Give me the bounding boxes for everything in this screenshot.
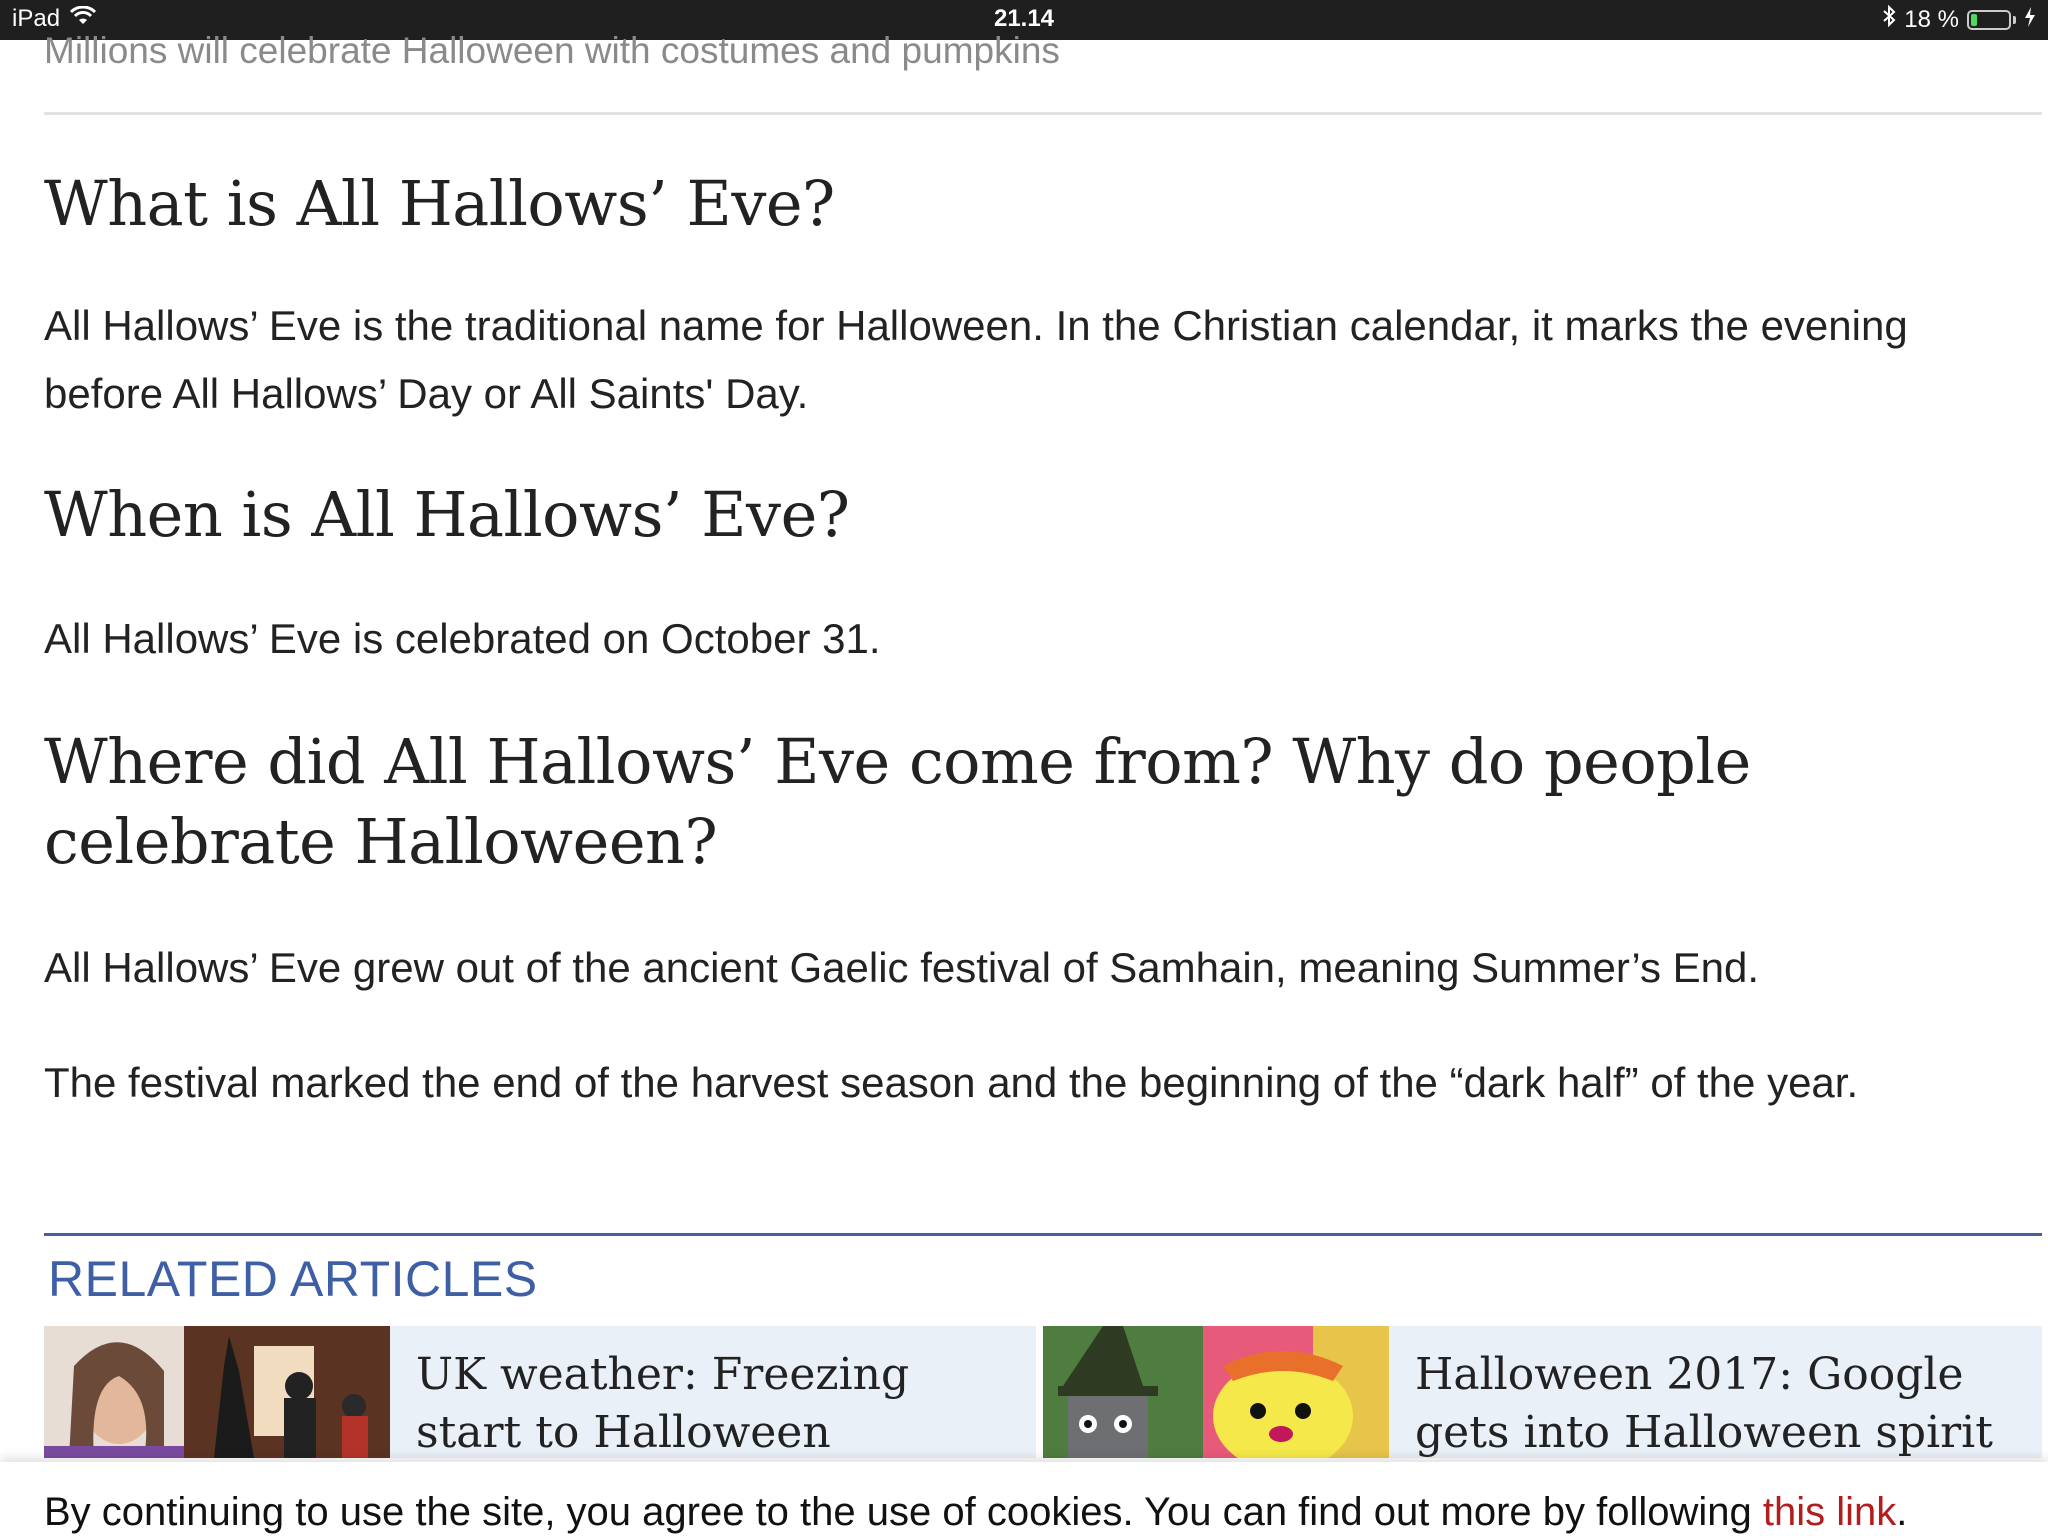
section-paragraph: The festival marked the end of the harve… [44, 1059, 1859, 1106]
article-thumbnail[interactable] [1043, 1326, 1389, 1458]
article-subtitle: Millions will celebrate Halloween with c… [44, 30, 1060, 71]
cookie-suffix: . [1896, 1490, 1908, 1534]
divider [44, 112, 2042, 115]
battery-percent: 18 % [1904, 5, 1959, 33]
section-heading: Where did All Hallows’ Eve come from? Wh… [44, 725, 1751, 878]
related-divider [44, 1233, 2042, 1236]
bluetooth-icon [1882, 4, 1896, 34]
section-paragraph: All Hallows’ Eve grew out of the ancient… [44, 944, 1760, 991]
related-articles-title: RELATED ARTICLES [48, 1251, 538, 1307]
related-article-card[interactable]: Halloween 2017: Google gets into Hallowe… [1043, 1326, 2042, 1458]
section-heading: When is All Hallows’ Eve? [44, 478, 850, 551]
battery-level-fill [1971, 13, 1977, 26]
charging-icon [2024, 6, 2036, 34]
battery-tip [2013, 15, 2016, 24]
section-paragraph: All Hallows’ Eve is celebrated on Octobe… [44, 615, 881, 662]
cookie-text: By continuing to use the site, you agree… [44, 1490, 1763, 1534]
status-time: 21.14 [993, 5, 1055, 32]
cookie-policy-link[interactable]: this link [1763, 1490, 1896, 1534]
article-thumbnail[interactable] [44, 1326, 390, 1458]
related-article-title[interactable]: Halloween 2017: Google gets into Hallowe… [1415, 1346, 2015, 1458]
cookie-banner: By continuing to use the site, you agree… [0, 1462, 2048, 1536]
section-paragraph: All Hallows’ Eve is the traditional name… [44, 302, 1908, 417]
cookie-message: By continuing to use the site, you agree… [44, 1490, 1907, 1535]
battery-icon [1967, 9, 2011, 30]
status-right: 18 % [1882, 4, 2036, 34]
section-heading: What is All Hallows’ Eve? [44, 167, 835, 240]
related-article-card[interactable]: UK weather: Freezing start to Halloween … [44, 1326, 1036, 1458]
related-article-title[interactable]: UK weather: Freezing start to Halloween … [416, 1346, 1016, 1458]
